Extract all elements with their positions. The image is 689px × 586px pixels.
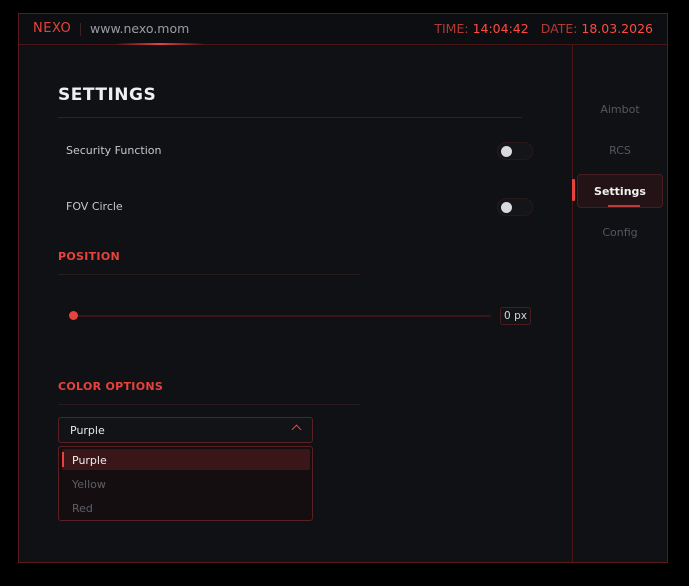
- sidebar-item-settings[interactable]: Settings: [577, 174, 663, 208]
- color-options-header: COLOR OPTIONS: [58, 380, 164, 393]
- position-divider: [58, 274, 360, 275]
- time-label: TIME:: [434, 21, 469, 36]
- position-slider-track[interactable]: [73, 315, 491, 317]
- date-value: 18.03.2026: [581, 21, 653, 36]
- color-select-value: Purple: [70, 424, 105, 437]
- fov-circle-label: FOV Circle: [66, 200, 123, 213]
- security-function-label: Security Function: [66, 144, 162, 157]
- position-slider-thumb[interactable]: [69, 311, 78, 320]
- option-active-indicator: [62, 452, 64, 467]
- color-option-yellow[interactable]: Yellow: [72, 478, 106, 491]
- color-dropdown-menu: Purple Yellow Red: [58, 446, 313, 521]
- sidebar-item-aimbot[interactable]: Aimbot: [577, 93, 663, 127]
- chevron-up-icon: [291, 424, 302, 435]
- sidebar-active-underline: [608, 205, 640, 207]
- sidebar-active-indicator: [572, 179, 575, 201]
- date-label: DATE:: [540, 21, 578, 36]
- toggle-knob: [501, 202, 512, 213]
- page-title: SETTINGS: [58, 85, 157, 105]
- settings-panel: SETTINGS Security Function FOV Circle PO…: [19, 45, 572, 562]
- app-window: NEXO www.nexo.mom TIME: 14:04:42 DATE: 18…: [18, 13, 668, 563]
- brand-logo: NEXO: [33, 21, 72, 36]
- time-value: 14:04:42: [472, 21, 529, 36]
- brand-divider: [80, 23, 81, 36]
- sidebar-item-config[interactable]: Config: [577, 216, 663, 250]
- sidebar-nav: Aimbot RCS Settings Config: [572, 45, 667, 562]
- fov-circle-toggle[interactable]: [497, 198, 533, 216]
- position-value-box: 0 px: [500, 307, 531, 325]
- top-bar: NEXO www.nexo.mom TIME: 14:04:42 DATE: 18…: [19, 14, 667, 45]
- color-option-purple[interactable]: Purple: [72, 454, 107, 467]
- title-divider: [58, 117, 522, 118]
- clock-readout: TIME: 14:04:42 DATE: 18.03.2026: [434, 21, 653, 36]
- sidebar-item-rcs[interactable]: RCS: [577, 134, 663, 168]
- color-options-divider: [58, 404, 360, 405]
- security-function-toggle[interactable]: [497, 142, 533, 160]
- site-url: www.nexo.mom: [90, 21, 190, 36]
- color-option-red[interactable]: Red: [72, 502, 93, 515]
- position-section-header: POSITION: [58, 250, 120, 263]
- color-select[interactable]: Purple: [58, 417, 313, 443]
- toggle-knob: [501, 146, 512, 157]
